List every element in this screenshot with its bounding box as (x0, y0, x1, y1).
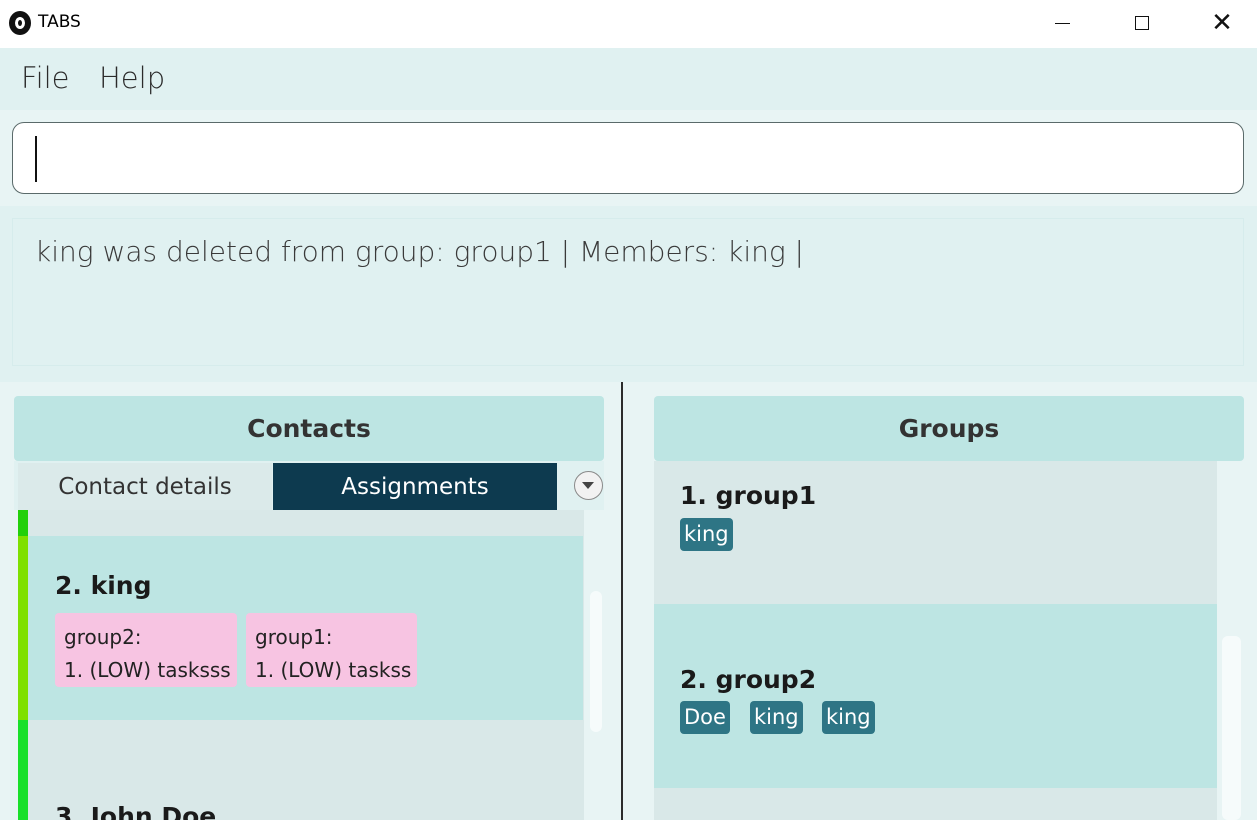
close-button[interactable]: ✕ (1182, 0, 1257, 46)
member-tag: king (750, 701, 803, 734)
card-color-bar (18, 720, 28, 820)
member-tag: king (680, 518, 733, 551)
panel-divider[interactable] (621, 382, 623, 820)
contacts-scrollbar[interactable] (590, 591, 602, 732)
menu-bar: File Help (0, 48, 1257, 110)
list-item[interactable]: 1. group1 king (654, 461, 1217, 604)
minimize-icon (1054, 22, 1070, 24)
assignment-chip: group1: 1. (LOW) taskss (246, 613, 417, 687)
result-message: king was deleted from group: group1 | Me… (35, 235, 804, 268)
contacts-header: Contacts (14, 396, 604, 461)
member-tag: Doe (680, 701, 730, 734)
tab-assignments[interactable]: Assignments (273, 463, 557, 510)
app-logo-icon (9, 11, 31, 35)
list-item[interactable]: 3. John Doe (18, 720, 583, 820)
assignment-group: group1: (255, 625, 333, 649)
maximize-icon (1135, 16, 1149, 30)
list-item[interactable]: 2. king group2: 1. (LOW) tasksss group1:… (18, 536, 583, 720)
result-display: king was deleted from group: group1 | Me… (12, 218, 1244, 366)
command-input[interactable] (12, 122, 1244, 194)
list-item[interactable]: 2. group2 Doe king king (654, 604, 1217, 788)
contact-name: 2. king (55, 571, 152, 600)
contact-list[interactable]: 2. king group2: 1. (LOW) tasksss group1:… (18, 510, 584, 820)
menu-help[interactable]: Help (99, 61, 165, 95)
groups-header: Groups (654, 396, 1244, 461)
member-tag: king (822, 701, 875, 734)
group-name: 1. group1 (680, 481, 817, 510)
tab-contact-details[interactable]: Contact details (18, 463, 272, 510)
card-color-bar (18, 510, 28, 536)
group-list[interactable]: 1. group1 king 2. group2 Doe king king (654, 461, 1217, 820)
window-title: TABS (38, 12, 81, 32)
group-name: 2. group2 (680, 665, 817, 694)
card-color-bar (18, 536, 28, 720)
menu-file[interactable]: File (21, 61, 70, 95)
command-area (0, 110, 1257, 206)
contacts-tab-bar: Contact details Assignments (14, 461, 604, 510)
tab-dropdown-icon[interactable] (574, 471, 603, 500)
list-item[interactable] (654, 788, 1217, 820)
text-caret (35, 136, 37, 182)
list-item[interactable] (18, 510, 583, 536)
title-bar: TABS ✕ (0, 0, 1257, 48)
assignment-chip: group2: 1. (LOW) tasksss (55, 613, 237, 687)
contact-name: 3. John Doe (55, 802, 217, 820)
assignment-group: group2: (64, 625, 142, 649)
assignment-task: 1. (LOW) tasksss (64, 658, 231, 682)
minimize-button[interactable] (1022, 0, 1102, 46)
groups-scrollbar[interactable] (1222, 636, 1241, 820)
maximize-button[interactable] (1102, 0, 1182, 46)
assignment-task: 1. (LOW) taskss (255, 658, 412, 682)
